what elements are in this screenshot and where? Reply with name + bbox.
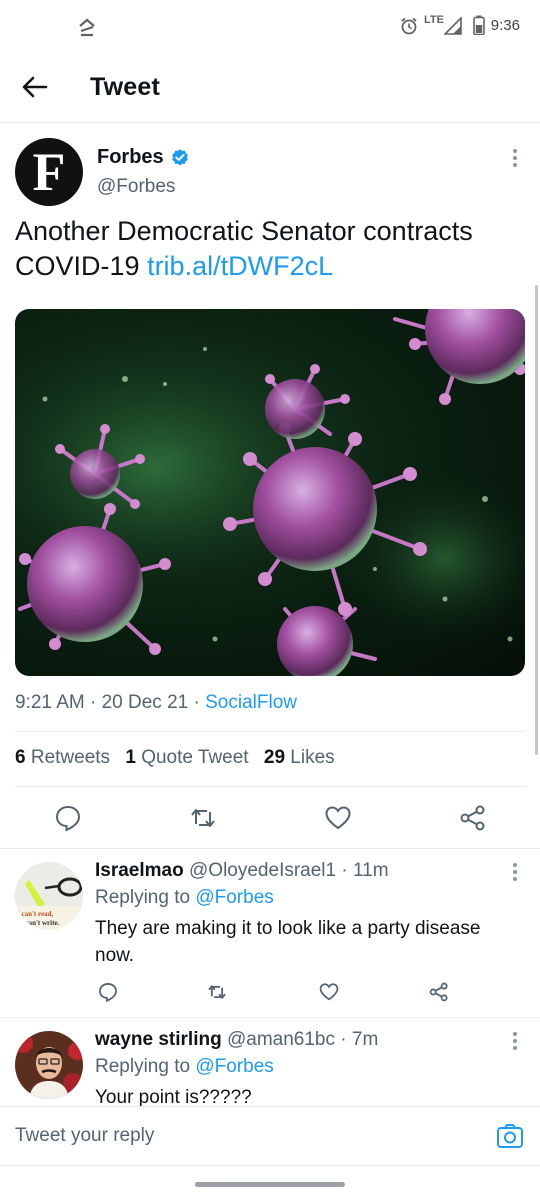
more-options-icon[interactable] bbox=[505, 1029, 525, 1053]
avatar-letter: F bbox=[32, 142, 66, 202]
network-type: LTE bbox=[424, 14, 444, 26]
status-bar: LTE 9:36 bbox=[0, 0, 540, 52]
share-icon[interactable] bbox=[428, 981, 450, 1003]
share-icon[interactable] bbox=[458, 803, 488, 833]
likes-label: Likes bbox=[290, 747, 335, 768]
app-notification-icon bbox=[79, 18, 95, 37]
reply-composer[interactable]: Tweet your reply bbox=[0, 1106, 540, 1166]
more-options-icon[interactable] bbox=[505, 146, 525, 170]
author-name-row[interactable]: Forbes bbox=[97, 146, 190, 169]
retweet-icon[interactable] bbox=[206, 981, 228, 1003]
replying-to-label: Replying to bbox=[95, 1056, 191, 1077]
reply-avatar-image bbox=[15, 1031, 83, 1099]
more-options-icon[interactable] bbox=[505, 860, 525, 884]
author-handle[interactable]: @Forbes bbox=[97, 176, 175, 198]
tweet-link[interactable]: trib.al/tDWF2cL bbox=[147, 251, 333, 281]
tweet-image[interactable] bbox=[15, 309, 525, 676]
like-icon[interactable] bbox=[323, 803, 353, 833]
retweets-stat[interactable]: 6 Retweets bbox=[15, 747, 115, 768]
reply-text: Your point is????? bbox=[95, 1087, 252, 1106]
virus-illustration bbox=[15, 309, 525, 676]
reply-icon[interactable] bbox=[53, 803, 83, 833]
replying-to: Replying to @Forbes bbox=[95, 1056, 274, 1078]
like-icon[interactable] bbox=[318, 981, 340, 1003]
reply-author-name[interactable]: wayne stirling bbox=[95, 1029, 222, 1050]
reply-avatar[interactable] bbox=[15, 1031, 83, 1099]
reply-header: wayne stirling @aman61bc · 7m bbox=[95, 1029, 379, 1050]
page-title: Tweet bbox=[90, 73, 160, 101]
camera-icon[interactable] bbox=[496, 1122, 524, 1150]
alarm-icon bbox=[401, 17, 417, 35]
battery-icon bbox=[473, 15, 485, 35]
avatar-caption-2: I can't write. bbox=[21, 919, 60, 927]
reply-input[interactable]: Tweet your reply bbox=[15, 1125, 154, 1147]
reply-icon[interactable] bbox=[97, 981, 119, 1003]
reply-author-handle[interactable]: @OloyedeIsrael1 bbox=[189, 860, 336, 881]
avatar-caption-1: I can't read, bbox=[17, 910, 53, 918]
reply-item[interactable]: I can't read, I can't write. Israelmao @… bbox=[0, 849, 540, 1017]
reply-text: They are making it to look like a party … bbox=[95, 918, 481, 966]
back-arrow-icon[interactable] bbox=[20, 72, 50, 102]
status-time: 9:36 bbox=[490, 17, 520, 34]
quotes-stat[interactable]: 1 Quote Tweet bbox=[125, 747, 254, 768]
verified-badge-icon bbox=[171, 148, 188, 165]
likes-stat[interactable]: 29 Likes bbox=[264, 747, 335, 768]
reply-header: Israelmao @OloyedeIsrael1 · 11m bbox=[95, 860, 389, 881]
tweet-source[interactable]: SocialFlow bbox=[205, 692, 297, 713]
reply-time: 7m bbox=[351, 1029, 379, 1050]
tweet-meta: 9:21 AM · 20 Dec 21 · SocialFlow bbox=[15, 692, 297, 713]
reply-avatar[interactable]: I can't read, I can't write. bbox=[15, 862, 83, 930]
retweets-label: Retweets bbox=[30, 747, 111, 768]
app-bar: Tweet bbox=[0, 52, 540, 123]
author-avatar[interactable]: F bbox=[15, 138, 83, 206]
retweets-count: 6 bbox=[15, 747, 26, 768]
scrollbar[interactable] bbox=[535, 285, 538, 755]
tweet-time: 9:21 AM bbox=[15, 692, 85, 713]
replying-to-handle[interactable]: @Forbes bbox=[195, 1056, 273, 1077]
retweet-icon[interactable] bbox=[188, 803, 218, 833]
reply-author-name[interactable]: Israelmao bbox=[95, 860, 184, 881]
divider bbox=[15, 731, 525, 732]
quotes-label: Quote Tweet bbox=[141, 747, 249, 768]
quotes-count: 1 bbox=[125, 747, 136, 768]
tweet-stats: 6 Retweets 1 Quote Tweet 29 Likes bbox=[15, 747, 335, 769]
home-indicator[interactable] bbox=[195, 1182, 345, 1187]
reply-avatar-image: I can't read, I can't write. bbox=[15, 862, 83, 930]
replying-to: Replying to @Forbes bbox=[95, 887, 274, 909]
likes-count: 29 bbox=[263, 747, 286, 768]
reply-author-handle[interactable]: @aman61bc bbox=[227, 1029, 335, 1050]
tweet-date: 20 Dec 21 bbox=[101, 692, 189, 713]
signal-icon bbox=[444, 17, 462, 35]
replying-to-handle[interactable]: @Forbes bbox=[195, 887, 273, 908]
author-name: Forbes bbox=[97, 146, 164, 168]
divider bbox=[15, 786, 525, 787]
replying-to-label: Replying to bbox=[95, 887, 191, 908]
tweet-text: Another Democratic Senator contracts COV… bbox=[15, 214, 525, 284]
reply-time: 11m bbox=[353, 860, 389, 881]
reply-item[interactable]: wayne stirling @aman61bc · 7m Replying t… bbox=[0, 1018, 540, 1106]
